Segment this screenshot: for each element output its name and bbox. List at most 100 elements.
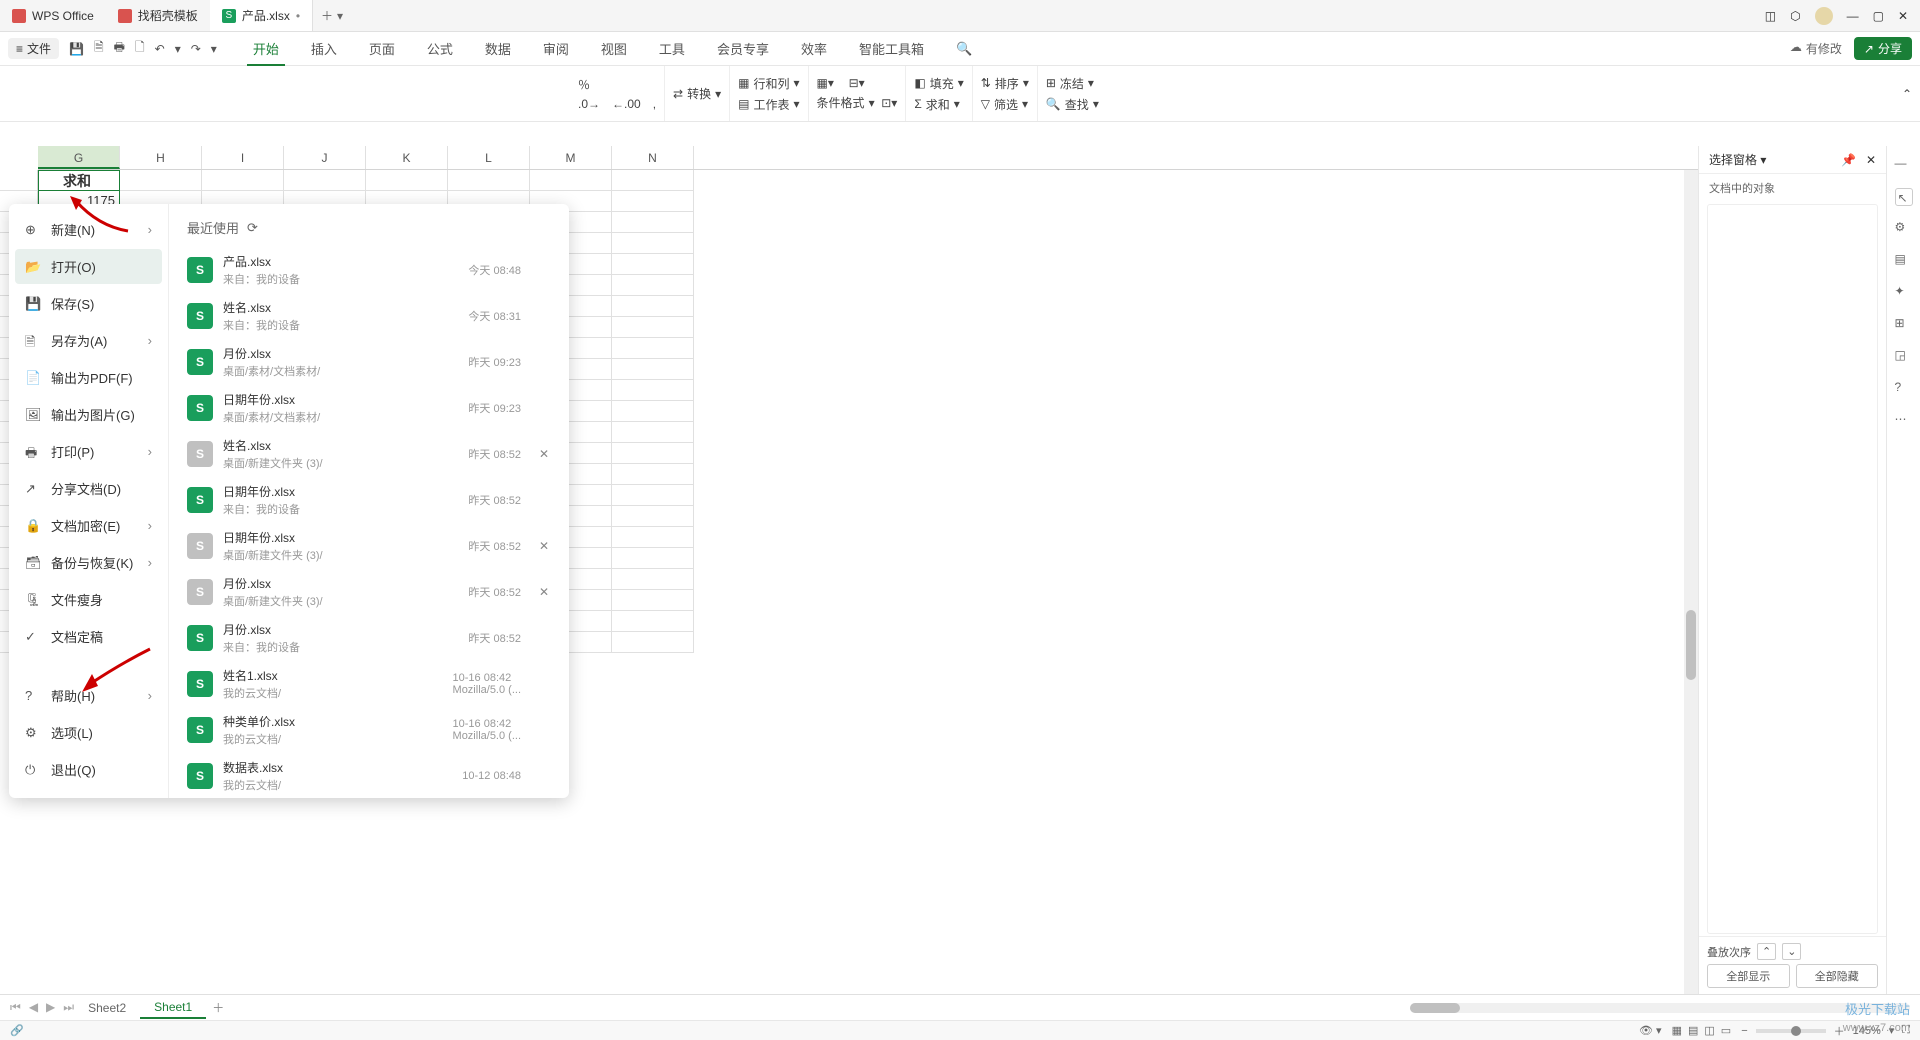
- file-menu-item[interactable]: 🖼输出为图片(G): [15, 397, 162, 432]
- title-tab-template[interactable]: 找稻壳模板: [106, 0, 210, 31]
- title-tab-wps[interactable]: WPS Office: [0, 0, 106, 31]
- recent-file-item[interactable]: S 月份.xlsx 来自：我的设备 昨天 08:52: [169, 615, 569, 661]
- file-menu-item[interactable]: 📂打开(O): [15, 249, 162, 284]
- close-icon[interactable]: ✕: [1866, 153, 1876, 167]
- recent-file-item[interactable]: S 姓名1.xlsx 我的云文档/ 10-16 08:42Mozilla/5.0…: [169, 661, 569, 707]
- properties-icon[interactable]: ▤: [1895, 252, 1913, 270]
- more-icon[interactable]: ⋯: [1895, 412, 1913, 430]
- sheet-tab[interactable]: Sheet1: [140, 997, 206, 1019]
- undo-icon[interactable]: ↶: [155, 42, 165, 56]
- preview-icon[interactable]: 🗋: [135, 38, 145, 59]
- vertical-scrollbar[interactable]: [1684, 170, 1698, 994]
- tab-add[interactable]: ＋ ▾: [313, 7, 351, 24]
- cell[interactable]: [612, 317, 694, 338]
- prev-sheet-icon[interactable]: ◀: [29, 1000, 38, 1015]
- maximize-icon[interactable]: ▢: [1873, 9, 1884, 23]
- column-header[interactable]: K: [366, 146, 448, 169]
- avatar-icon[interactable]: [1815, 7, 1833, 25]
- tab-tools[interactable]: 工具: [653, 39, 691, 58]
- column-header[interactable]: G: [38, 146, 120, 169]
- chevron-down-icon[interactable]: ▾: [211, 42, 217, 56]
- decimal-inc-icon[interactable]: .0→: [578, 97, 600, 111]
- file-menu-item[interactable]: 🗎另存为(A)›: [15, 323, 162, 358]
- rowcol-button[interactable]: ▦ 行和列 ▾: [738, 75, 799, 92]
- eye-icon[interactable]: 👁 ▾: [1639, 1024, 1662, 1037]
- move-down-button[interactable]: ⌄: [1782, 943, 1801, 960]
- redo-icon[interactable]: ↷: [191, 42, 201, 56]
- cursor-icon[interactable]: ↖: [1895, 188, 1913, 206]
- cell[interactable]: [612, 233, 694, 254]
- file-menu-item[interactable]: ↗分享文档(D): [15, 471, 162, 506]
- cell[interactable]: [612, 191, 694, 212]
- cell[interactable]: [612, 443, 694, 464]
- cell[interactable]: [612, 275, 694, 296]
- cell[interactable]: [366, 170, 448, 191]
- help-icon[interactable]: ?: [1895, 380, 1913, 398]
- cell[interactable]: [120, 170, 202, 191]
- sheet-tab[interactable]: Sheet2: [74, 998, 140, 1018]
- file-menu-item[interactable]: 📄输出为PDF(F): [15, 360, 162, 395]
- minimize-icon[interactable]: —: [1847, 9, 1859, 23]
- close-icon[interactable]: ✕: [1898, 9, 1908, 23]
- recent-file-item[interactable]: S 姓名.xlsx 桌面/新建文件夹 (3)/ 昨天 08:52 ✕: [169, 431, 569, 477]
- cloud-icon[interactable]: ☁ 有修改: [1790, 40, 1842, 57]
- column-header[interactable]: N: [612, 146, 694, 169]
- worksheet-button[interactable]: ▤ 工作表 ▾: [738, 96, 799, 113]
- cell[interactable]: [612, 359, 694, 380]
- tab-smart[interactable]: 智能工具箱: [853, 39, 930, 58]
- freeze-button[interactable]: ⊞ 冻结 ▾: [1046, 75, 1099, 92]
- recent-file-item[interactable]: S 种类单价.xlsx 我的云文档/ 10-16 08:42Mozilla/5.…: [169, 707, 569, 753]
- cell[interactable]: [612, 464, 694, 485]
- column-header[interactable]: H: [120, 146, 202, 169]
- file-menu-item[interactable]: 🗃备份与恢复(K)›: [15, 545, 162, 580]
- cell[interactable]: [612, 632, 694, 653]
- refresh-icon[interactable]: ⟳: [247, 220, 258, 236]
- tab-page[interactable]: 页面: [363, 39, 401, 58]
- tab-formula[interactable]: 公式: [421, 39, 459, 58]
- cell[interactable]: [612, 170, 694, 191]
- zoom-slider[interactable]: [1756, 1029, 1826, 1033]
- chevron-down-icon[interactable]: ▾: [175, 42, 181, 56]
- cell[interactable]: [448, 170, 530, 191]
- recent-file-item[interactable]: S 月份.xlsx 桌面/素材/文档素材/ 昨天 09:23: [169, 339, 569, 385]
- hide-all-button[interactable]: 全部隐藏: [1796, 964, 1879, 988]
- percent-icon[interactable]: ％: [578, 76, 656, 93]
- tab-home[interactable]: 开始: [247, 39, 285, 66]
- cell[interactable]: [612, 380, 694, 401]
- cell[interactable]: [612, 611, 694, 632]
- recent-file-item[interactable]: S 日期年份.xlsx 桌面/新建文件夹 (3)/ 昨天 08:52 ✕: [169, 523, 569, 569]
- close-icon[interactable]: ✕: [539, 539, 551, 553]
- tab-efficiency[interactable]: 效率: [795, 39, 833, 58]
- cell[interactable]: [612, 590, 694, 611]
- cell[interactable]: [612, 548, 694, 569]
- add-sheet-icon[interactable]: ＋: [212, 999, 224, 1016]
- cell[interactable]: [612, 506, 694, 527]
- tab-view[interactable]: 视图: [595, 39, 633, 58]
- file-menu-item[interactable]: ⚙选项(L): [15, 715, 162, 750]
- file-menu-item[interactable]: 🖶打印(P)›: [15, 434, 162, 469]
- cell[interactable]: [612, 296, 694, 317]
- cell[interactable]: [612, 569, 694, 590]
- sort-button[interactable]: ⇅ 排序 ▾: [981, 75, 1029, 92]
- tab-review[interactable]: 审阅: [537, 39, 575, 58]
- recent-file-item[interactable]: S 日期年份.xlsx 来自：我的设备 昨天 08:52: [169, 477, 569, 523]
- fill-button[interactable]: ◧ 填充 ▾: [914, 75, 963, 92]
- link-icon[interactable]: 🔗: [10, 1024, 24, 1037]
- cell[interactable]: [612, 527, 694, 548]
- close-icon[interactable]: ✕: [539, 585, 551, 599]
- first-sheet-icon[interactable]: ⏮: [10, 1000, 21, 1015]
- sum-button[interactable]: Σ 求和 ▾: [914, 96, 963, 113]
- view-layout-icon[interactable]: ◫: [1704, 1024, 1714, 1037]
- cell[interactable]: [612, 401, 694, 422]
- view-read-icon[interactable]: ▭: [1721, 1024, 1731, 1037]
- cell[interactable]: 求和: [38, 170, 120, 191]
- tab-member[interactable]: 会员专享: [711, 39, 775, 58]
- settings-icon[interactable]: ⚙: [1895, 220, 1913, 238]
- minimize-panel-icon[interactable]: —: [1895, 156, 1913, 174]
- move-up-button[interactable]: ⌃: [1757, 943, 1776, 960]
- title-tab-file[interactable]: S 产品.xlsx •: [210, 0, 313, 31]
- zoom-out-icon[interactable]: −: [1741, 1025, 1747, 1037]
- file-menu-item[interactable]: 💾保存(S): [15, 286, 162, 321]
- scroll-thumb[interactable]: [1410, 1003, 1460, 1013]
- collapse-icon[interactable]: ⌃: [1902, 87, 1912, 101]
